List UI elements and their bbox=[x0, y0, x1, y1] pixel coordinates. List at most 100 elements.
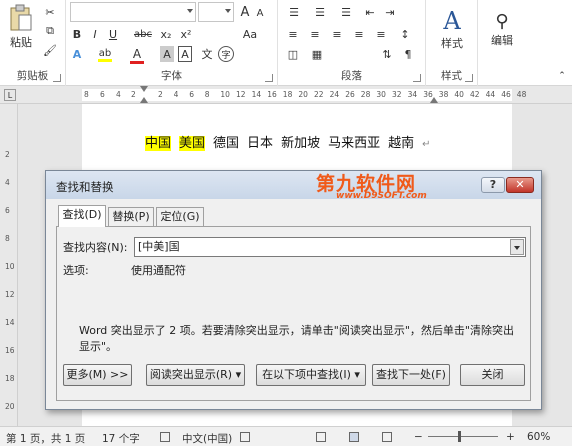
document-text-line[interactable]: 中国 美国 德国 日本 新加坡 马来西亚 越南 ↵ bbox=[145, 132, 439, 151]
italic-button[interactable]: I bbox=[88, 26, 102, 42]
dialog-titlebar[interactable]: 查找和替换 第九软件网 www.D9SOFT.com ? ✕ bbox=[46, 171, 541, 201]
ruler-tick: 22 bbox=[314, 90, 324, 99]
zoom-slider-thumb[interactable] bbox=[458, 431, 461, 442]
macro-icon[interactable] bbox=[240, 432, 250, 442]
char-border-icon[interactable]: A bbox=[178, 46, 192, 62]
web-layout-icon[interactable] bbox=[382, 432, 392, 442]
document-word[interactable]: 马来西亚 bbox=[328, 136, 380, 151]
watermark-logo: 第九软件网 www.D9SOFT.com bbox=[316, 173, 476, 201]
zoom-percent[interactable]: 60% bbox=[527, 431, 550, 443]
read-mode-icon[interactable] bbox=[316, 432, 326, 442]
ruler-tick: 4 bbox=[173, 90, 179, 99]
collapse-ribbon-icon[interactable]: ⌃ bbox=[556, 70, 568, 82]
sort-icon[interactable]: ⇅ bbox=[378, 46, 396, 62]
bullets-icon[interactable]: ☰ bbox=[284, 4, 304, 20]
vertical-ruler-tick: 12 bbox=[5, 290, 15, 299]
aa-change-case-button[interactable]: Aa bbox=[238, 26, 262, 42]
borders-icon[interactable]: ▦ bbox=[308, 46, 326, 62]
ruler-tick: 28 bbox=[360, 90, 371, 99]
grow-font-button[interactable]: A bbox=[238, 4, 252, 20]
zoom-out-button[interactable]: − bbox=[414, 431, 423, 443]
multilevel-list-icon[interactable]: ☰ bbox=[336, 4, 356, 20]
vertical-ruler-tick: 10 bbox=[5, 262, 15, 271]
paragraph-group: ☰ ☰ ☰ ⇤ ⇥ ≡ ≡ ≡ ≡ ≡ ↕ ◫ ▦ ⇅ ¶ 段落 bbox=[278, 0, 426, 86]
zoom-in-button[interactable]: + bbox=[506, 431, 515, 443]
paragraph-launcher-icon[interactable] bbox=[413, 74, 421, 82]
document-word[interactable]: 美国 bbox=[179, 136, 206, 151]
editing-button[interactable]: ⚲ 编辑 bbox=[484, 4, 520, 54]
more-button[interactable]: 更多(M) >> bbox=[63, 364, 132, 386]
zoom-slider[interactable] bbox=[428, 436, 498, 437]
document-word[interactable]: 德国 bbox=[213, 136, 239, 151]
styles-button[interactable]: A 样式 bbox=[434, 4, 470, 54]
close-button[interactable]: 关闭 bbox=[460, 364, 525, 386]
cut-icon[interactable]: ✂ bbox=[42, 5, 58, 19]
document-word[interactable]: 日本 bbox=[247, 136, 273, 151]
highlight-color-button[interactable]: ab bbox=[96, 46, 114, 64]
font-color-button[interactable]: A bbox=[128, 46, 146, 64]
bold-button[interactable]: B bbox=[70, 26, 84, 42]
horizontal-ruler[interactable]: L 8 6 4 2 2 4 6 8 10 12 14 16 18 20 22 24 26 28 30 32 34… bbox=[0, 86, 572, 104]
char-shading-icon[interactable]: A bbox=[160, 46, 174, 62]
copy-icon[interactable]: ⧉ bbox=[42, 24, 58, 38]
distributed-icon[interactable]: ≡ bbox=[372, 26, 390, 42]
justify-icon[interactable]: ≡ bbox=[350, 26, 368, 42]
strikethrough-button[interactable]: abc bbox=[132, 26, 154, 42]
clipboard-group: 粘贴 ✂ ⧉ 🖌 剪贴板 bbox=[0, 0, 66, 86]
tab-find[interactable]: 查找(D) bbox=[58, 205, 106, 227]
find-next-button[interactable]: 查找下一处(F) bbox=[372, 364, 450, 386]
reading-highlight-button[interactable]: 阅读突出显示(R) ▾ bbox=[146, 364, 245, 386]
help-button[interactable]: ? bbox=[481, 177, 505, 193]
font-size-combo[interactable] bbox=[198, 2, 234, 22]
language-indicator[interactable]: 中文(中国) bbox=[182, 431, 232, 446]
tab-selector[interactable]: L bbox=[4, 89, 16, 101]
align-right-icon[interactable]: ≡ bbox=[328, 26, 346, 42]
numbering-icon[interactable]: ☰ bbox=[310, 4, 330, 20]
tab-goto[interactable]: 定位(G) bbox=[156, 207, 204, 227]
chevron-down-icon[interactable] bbox=[510, 239, 524, 255]
vertical-ruler-tick: 2 bbox=[5, 150, 10, 159]
highlight-color-bar bbox=[98, 59, 112, 62]
increase-indent-icon[interactable]: ⇥ bbox=[382, 4, 398, 20]
align-left-icon[interactable]: ≡ bbox=[284, 26, 302, 42]
underline-button[interactable]: U bbox=[106, 26, 120, 42]
ruler-tick: 16 bbox=[267, 90, 277, 99]
editing-label: 编辑 bbox=[491, 33, 513, 47]
decrease-indent-icon[interactable]: ⇤ bbox=[362, 4, 378, 20]
styles-icon: A bbox=[443, 7, 461, 35]
show-marks-icon[interactable]: ¶ bbox=[400, 46, 416, 62]
document-word[interactable]: 新加坡 bbox=[281, 136, 320, 151]
tab-replace[interactable]: 替换(P) bbox=[108, 207, 154, 227]
find-in-button[interactable]: 在以下项中查找(I) ▾ bbox=[256, 364, 366, 386]
enclose-char-icon[interactable]: 字 bbox=[218, 46, 234, 62]
paste-label: 粘贴 bbox=[10, 36, 32, 49]
align-center-icon[interactable]: ≡ bbox=[306, 26, 324, 42]
ruler-tick: 38 bbox=[438, 90, 449, 99]
ruler-tick: 30 bbox=[376, 90, 386, 99]
ribbon: 粘贴 ✂ ⧉ 🖌 剪贴板 A A B I U abc x₂ x² Aa A ab… bbox=[0, 0, 572, 86]
superscript-button[interactable]: x² bbox=[178, 26, 194, 42]
shading-icon[interactable]: ◫ bbox=[284, 46, 302, 62]
text-effects-icon[interactable]: A bbox=[70, 46, 84, 62]
shrink-font-button[interactable]: A bbox=[254, 6, 266, 20]
line-spacing-icon[interactable]: ↕ bbox=[396, 26, 414, 42]
document-word[interactable]: 中国 bbox=[145, 136, 172, 151]
styles-group: A 样式 样式 bbox=[426, 0, 478, 86]
find-what-input[interactable]: [中美]国 bbox=[134, 237, 526, 257]
close-icon[interactable]: ✕ bbox=[506, 177, 534, 193]
format-painter-icon[interactable]: 🖌 bbox=[42, 43, 58, 57]
proofing-icon[interactable] bbox=[160, 432, 170, 442]
subscript-button[interactable]: x₂ bbox=[158, 26, 174, 42]
phonetic-guide-icon[interactable]: 文 bbox=[200, 46, 214, 62]
word-count[interactable]: 17 个字 bbox=[102, 431, 140, 446]
print-layout-icon[interactable] bbox=[349, 432, 359, 442]
page-count[interactable]: 第 1 页，共 1 页 bbox=[6, 431, 85, 446]
document-word[interactable]: 越南 bbox=[388, 136, 414, 151]
font-launcher-icon[interactable] bbox=[265, 74, 273, 82]
indent-marker[interactable] bbox=[140, 86, 148, 104]
styles-launcher-icon[interactable] bbox=[465, 74, 473, 82]
font-name-combo[interactable] bbox=[70, 2, 196, 22]
paste-button[interactable]: 粘贴 bbox=[6, 2, 36, 52]
clipboard-launcher-icon[interactable] bbox=[53, 74, 61, 82]
right-indent-marker[interactable] bbox=[430, 97, 438, 103]
